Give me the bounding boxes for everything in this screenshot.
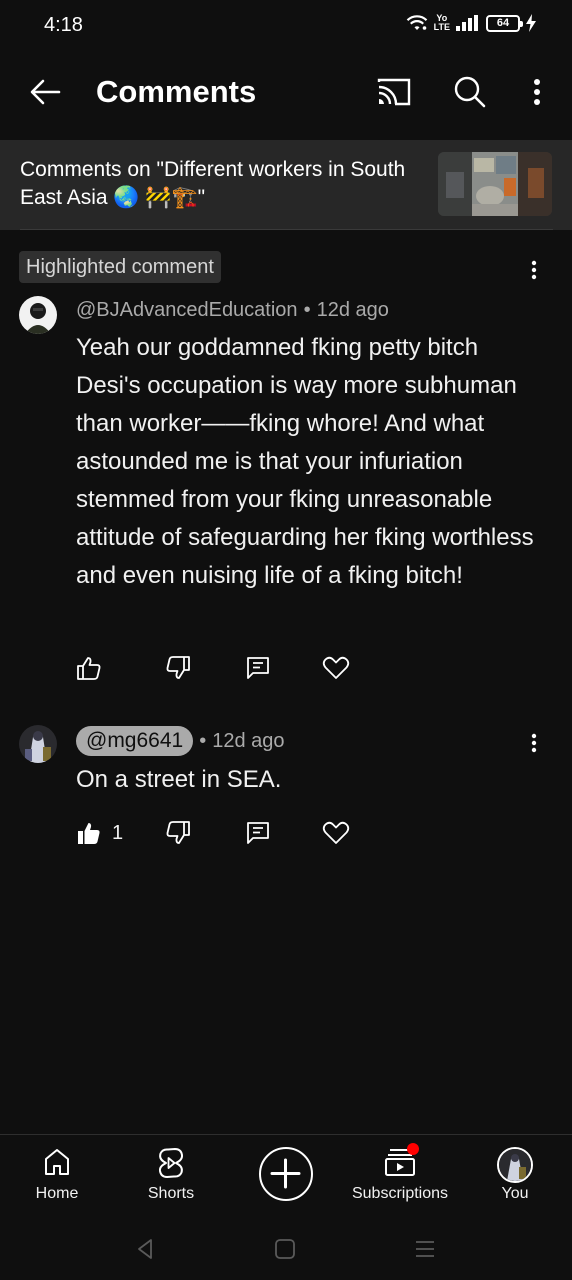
meta-separator: • <box>303 299 311 321</box>
create-button[interactable] <box>259 1147 313 1201</box>
page-title: Comments <box>96 74 257 109</box>
video-thumbnail[interactable] <box>438 152 552 216</box>
comment-author[interactable]: @BJAdvancedEducation <box>76 299 298 322</box>
nav-shorts[interactable]: Shorts <box>114 1135 228 1221</box>
comment-time: 12d ago <box>212 729 285 752</box>
reply-comment-icon <box>247 822 269 844</box>
home-icon <box>45 1149 69 1175</box>
video-thumbnail-image <box>438 152 552 216</box>
heart-icon <box>322 821 350 844</box>
dislike-button[interactable] <box>165 818 191 848</box>
cast-button[interactable] <box>372 70 416 114</box>
status-icons: Yo LTE 64 <box>406 14 536 32</box>
shorts-icon <box>158 1148 184 1178</box>
avatar[interactable] <box>19 725 57 763</box>
app-bar: Comments <box>0 52 572 138</box>
meta-separator: • <box>199 729 207 752</box>
comment-text: Yeah our goddamned fking petty bitch Des… <box>76 334 534 589</box>
banner-divider <box>20 229 553 230</box>
highlighted-comment-chip: Highlighted comment <box>19 251 221 283</box>
nav-subscriptions[interactable]: Subscriptions <box>343 1135 457 1221</box>
nav-you[interactable]: You <box>458 1135 572 1221</box>
system-back-button[interactable] <box>130 1234 160 1264</box>
comment-meta: @BJAdvancedEducation • 12d ago <box>76 299 389 322</box>
video-context-title: Comments on "Different workers in South … <box>20 158 406 209</box>
charging-bolt-icon <box>526 14 536 32</box>
comment-more-button[interactable] <box>522 729 546 759</box>
system-navigation-bar <box>0 1220 572 1280</box>
back-arrow-icon <box>30 79 61 105</box>
thumbs-down-icon <box>166 656 190 679</box>
heart-icon <box>322 656 350 679</box>
like-count: 1 <box>112 821 124 844</box>
system-home-icon <box>275 1239 295 1259</box>
creator-heart-button[interactable] <box>322 653 350 683</box>
comment-author[interactable]: @mg6641 <box>76 726 194 756</box>
create-icon <box>270 1158 301 1189</box>
more-vert-icon <box>534 79 540 105</box>
system-recents-icon <box>416 1241 434 1257</box>
status-bar: 4:18 Yo LTE 64 <box>0 0 572 52</box>
avatar <box>497 1147 533 1183</box>
system-home-button[interactable] <box>270 1234 300 1264</box>
comment-more-button[interactable] <box>522 256 546 286</box>
avatar-image <box>19 725 57 763</box>
volte-indicator: Yo LTE <box>433 13 450 32</box>
thumbs-down-icon <box>166 821 190 844</box>
like-button[interactable] <box>76 653 102 683</box>
reply-button[interactable] <box>245 653 271 683</box>
nav-home[interactable]: Home <box>0 1135 114 1221</box>
reply-button[interactable] <box>245 818 271 848</box>
more-vert-icon <box>531 733 537 753</box>
status-time: 4:18 <box>44 14 83 36</box>
avatar-image <box>499 1149 531 1181</box>
search-button[interactable] <box>448 70 492 114</box>
thumbs-up-icon <box>77 657 101 680</box>
avatar-image <box>19 296 57 334</box>
search-icon <box>454 76 486 108</box>
comment-meta: @mg6641 • 12d ago <box>76 726 285 756</box>
thumbs-up-filled-icon <box>78 823 100 844</box>
wifi-icon <box>406 15 427 30</box>
system-back-icon <box>138 1239 152 1259</box>
avatar[interactable] <box>19 296 57 334</box>
comment-text: On a street in SEA. <box>76 766 282 793</box>
comment-actions <box>76 653 376 683</box>
bottom-navigation: Home Shorts Subscriptions You <box>0 1134 572 1220</box>
comment-time: 12d ago <box>316 299 389 321</box>
signal-icon <box>456 15 478 31</box>
notification-badge <box>407 1143 419 1155</box>
nav-label: Home <box>35 1185 79 1202</box>
dislike-button[interactable] <box>165 653 191 683</box>
nav-label: Shorts <box>147 1185 195 1202</box>
battery-indicator: 64 <box>486 14 523 32</box>
system-recents-button[interactable] <box>410 1234 440 1264</box>
nav-label: You <box>501 1185 529 1202</box>
reply-comment-icon <box>247 657 269 679</box>
creator-heart-button[interactable] <box>322 818 350 848</box>
more-options-button[interactable] <box>520 70 554 114</box>
comment-actions: 1 <box>76 818 376 848</box>
back-button[interactable] <box>24 70 68 114</box>
cast-icon <box>377 78 411 106</box>
nav-label: Subscriptions <box>351 1185 449 1202</box>
more-vert-icon <box>531 260 537 280</box>
video-context-banner[interactable]: Comments on "Different workers in South … <box>0 140 572 230</box>
like-button[interactable]: 1 <box>76 818 123 848</box>
